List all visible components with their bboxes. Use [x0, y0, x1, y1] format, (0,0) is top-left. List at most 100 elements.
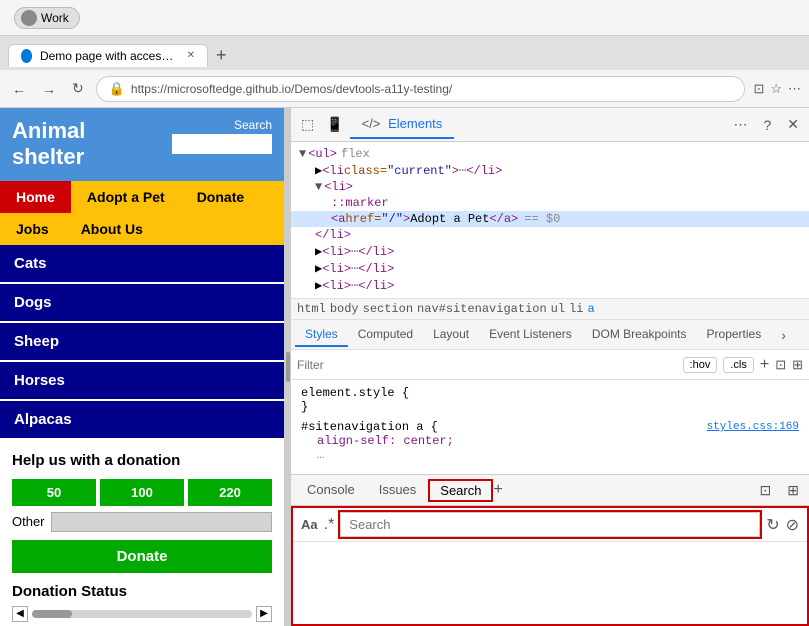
nav-donate[interactable]: Donate: [181, 181, 260, 213]
style-tab-properties[interactable]: Properties: [697, 323, 772, 347]
scroll-right-button[interactable]: ▶: [256, 606, 272, 622]
bc-a[interactable]: a: [587, 302, 594, 316]
search-refresh-button[interactable]: ↻: [766, 515, 779, 535]
search-input[interactable]: [340, 512, 760, 537]
style-tabs: Styles Computed Layout Event Listeners D…: [291, 320, 809, 350]
donate-button[interactable]: Donate: [12, 540, 272, 573]
close-bottom-panel-button[interactable]: ⊞: [781, 478, 805, 503]
new-style-rule-button[interactable]: ⊡: [775, 357, 786, 373]
style-filter-input[interactable]: [297, 358, 677, 372]
sidebar-item-dogs[interactable]: Dogs: [0, 284, 284, 321]
bc-nav[interactable]: nav#sitenavigation: [417, 302, 547, 316]
amount-100[interactable]: 100: [100, 479, 184, 506]
address-bar: ← → ↻ 🔒 https://microsoftedge.github.io/…: [0, 70, 809, 108]
toggle-element-state-button[interactable]: ⊞: [792, 357, 803, 373]
tree-line-li3[interactable]: ▶ <li> ⋯ </li>: [291, 260, 809, 277]
other-input[interactable]: [51, 512, 272, 532]
sidebar-item-cats[interactable]: Cats: [0, 245, 284, 282]
undock-button[interactable]: ⊡: [754, 478, 778, 503]
css-rules: element.style { } #sitenavigation a { st…: [291, 380, 809, 474]
tree-line-marker[interactable]: ::marker: [291, 195, 809, 211]
style-tab-dom-breakpoints[interactable]: DOM Breakpoints: [582, 323, 697, 347]
profile-button[interactable]: Work: [14, 7, 80, 29]
filter-cls-button[interactable]: .cls: [723, 357, 754, 373]
split-view-button[interactable]: ⊡: [753, 81, 764, 97]
panel-resizer[interactable]: [285, 108, 291, 626]
tree-line-li2[interactable]: ▶ <li> ⋯ </li>: [291, 243, 809, 260]
search-label: Search: [234, 118, 272, 132]
sidebar-list: Cats Dogs Sheep Horses Alpacas: [0, 245, 284, 438]
style-tab-styles[interactable]: Styles: [295, 323, 348, 347]
amount-50[interactable]: 50: [12, 479, 96, 506]
devtools-tabs: </> Elements: [350, 110, 455, 139]
inspect-element-button[interactable]: ⬚: [295, 112, 320, 137]
devtools-settings-button[interactable]: ✕: [781, 112, 805, 137]
nav-about[interactable]: About Us: [65, 213, 159, 245]
nav-home[interactable]: Home: [0, 181, 71, 213]
site-search-input[interactable]: [172, 134, 272, 154]
devtools-panel: ⬚ 📱 </> Elements ⋯ ? ✕ ▼ <ul> flex: [291, 108, 809, 626]
bc-body[interactable]: body: [330, 302, 359, 316]
css-source-link[interactable]: styles.css:169: [707, 421, 799, 433]
bc-li[interactable]: li: [569, 302, 583, 316]
filter-hover-button[interactable]: :hov: [683, 357, 718, 373]
search-case-sensitive[interactable]: Aa: [301, 517, 318, 532]
bottom-tab-issues[interactable]: Issues: [367, 478, 429, 503]
add-bottom-tab-button[interactable]: +: [493, 481, 502, 499]
sidebar-item-sheep[interactable]: Sheep: [0, 323, 284, 360]
css-selector-sitenavigation[interactable]: #sitenavigation a {: [301, 420, 438, 434]
tab-close-button[interactable]: ✕: [187, 50, 195, 61]
amount-220[interactable]: 220: [188, 479, 272, 506]
bottom-tabs-bar: Console Issues Search + ⊡ ⊞: [291, 474, 809, 506]
back-button[interactable]: ←: [8, 77, 30, 101]
sidebar-item-horses[interactable]: Horses: [0, 362, 284, 399]
tree-line-li4[interactable]: ▶ <li> ⋯ </li>: [291, 277, 809, 294]
tab-favicon: [21, 49, 32, 63]
more-tools-button[interactable]: ⋯: [727, 112, 753, 137]
search-clear-button[interactable]: ⊘: [786, 515, 799, 535]
resizer-handle: [286, 352, 290, 382]
bc-html[interactable]: html: [297, 302, 326, 316]
tree-line-close-li[interactable]: </li>: [291, 227, 809, 243]
address-text: https://microsoftedge.github.io/Demos/de…: [131, 82, 452, 96]
style-tab-layout[interactable]: Layout: [423, 323, 479, 347]
more-style-tabs-button[interactable]: ›: [775, 323, 792, 347]
bc-ul[interactable]: ul: [551, 302, 565, 316]
breadcrumb: html body section nav#sitenavigation ul …: [291, 299, 809, 320]
nav-jobs[interactable]: Jobs: [0, 213, 65, 245]
main-area: Animal shelter Search Home Adopt a Pet D…: [0, 108, 809, 626]
more-button[interactable]: ⋯: [788, 81, 801, 97]
tab-elements[interactable]: </> Elements: [350, 110, 455, 139]
scroll-bar-area: ◀ ▶: [12, 606, 272, 622]
bottom-tab-search[interactable]: Search: [428, 479, 493, 502]
nav-adopt[interactable]: Adopt a Pet: [71, 181, 181, 213]
nav-row-2: Jobs About Us: [0, 213, 284, 245]
css-selector-element-style[interactable]: element.style {: [301, 386, 799, 400]
active-tab[interactable]: Demo page with accessibility iss ✕: [8, 44, 208, 67]
css-prop-align-self[interactable]: align-self: center;: [301, 434, 799, 448]
new-tab-button[interactable]: +: [208, 45, 235, 66]
scroll-left-button[interactable]: ◀: [12, 606, 28, 622]
help-button[interactable]: ?: [757, 113, 777, 137]
devtools-toolbar: ⬚ 📱 </> Elements ⋯ ? ✕: [291, 108, 809, 142]
search-results: [293, 542, 807, 624]
bottom-tab-console[interactable]: Console: [295, 478, 367, 503]
add-style-rule-button[interactable]: +: [760, 356, 769, 374]
title-bar-left: Work: [8, 7, 80, 29]
device-toolbar-button[interactable]: 📱: [320, 112, 349, 137]
tree-line-li-current[interactable]: ▶ <li class= "current" > ⋯ </li>: [291, 162, 809, 179]
refresh-button[interactable]: ↻: [68, 76, 88, 101]
tree-line-li[interactable]: ▼ <li>: [291, 179, 809, 195]
style-tab-computed[interactable]: Computed: [348, 323, 423, 347]
sidebar-item-alpacas[interactable]: Alpacas: [0, 401, 284, 438]
address-input[interactable]: 🔒 https://microsoftedge.github.io/Demos/…: [96, 76, 746, 102]
forward-button[interactable]: →: [38, 77, 60, 101]
favorites-button[interactable]: ☆: [770, 81, 782, 97]
nav-menu: Home Adopt a Pet Donate Jobs About Us: [0, 181, 284, 245]
style-tab-event-listeners[interactable]: Event Listeners: [479, 323, 582, 347]
search-regex[interactable]: .*: [324, 516, 335, 534]
tree-line-a[interactable]: <a href= "/" > Adopt a Pet </a> == $0: [291, 211, 809, 227]
scroll-thumb[interactable]: [32, 610, 72, 618]
bc-section[interactable]: section: [363, 302, 413, 316]
tree-line-ul[interactable]: ▼ <ul> flex: [291, 146, 809, 162]
